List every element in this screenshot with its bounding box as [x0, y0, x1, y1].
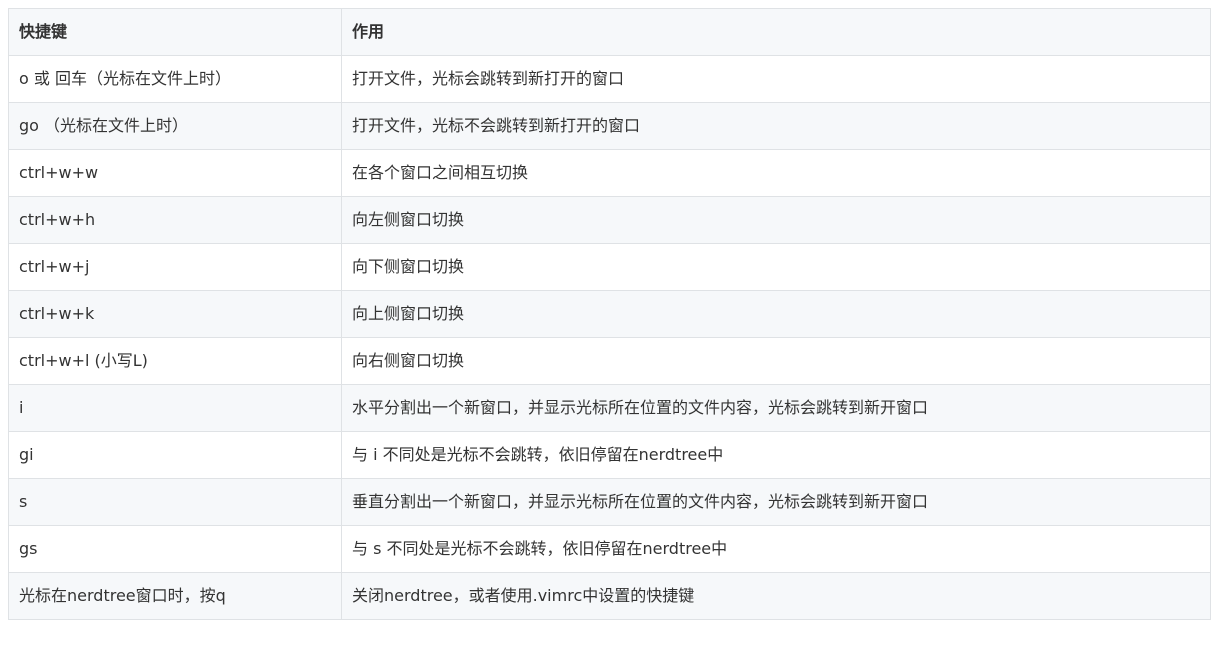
function-cell: 与 s 不同处是光标不会跳转，依旧停留在nerdtree中 [341, 525, 1211, 573]
table-row: ctrl+w+l (小写L) 向右侧窗口切换 [8, 337, 1211, 385]
function-cell: 向左侧窗口切换 [341, 196, 1211, 244]
table-row: gs 与 s 不同处是光标不会跳转，依旧停留在nerdtree中 [8, 525, 1211, 573]
shortcut-cell: 光标在nerdtree窗口时，按q [8, 572, 342, 620]
shortcut-table-container: 快捷键 作用 o 或 回车（光标在文件上时） 打开文件，光标会跳转到新打开的窗口… [8, 8, 1211, 620]
table-row: ctrl+w+h 向左侧窗口切换 [8, 196, 1211, 244]
shortcut-cell: o 或 回车（光标在文件上时） [8, 55, 342, 103]
header-row: 快捷键 作用 [8, 8, 1211, 56]
function-cell: 关闭nerdtree，或者使用.vimrc中设置的快捷键 [341, 572, 1211, 620]
function-cell: 与 i 不同处是光标不会跳转，依旧停留在nerdtree中 [341, 431, 1211, 479]
shortcut-cell: ctrl+w+h [8, 196, 342, 244]
shortcut-cell: ctrl+w+j [8, 243, 342, 291]
shortcut-cell: go （光标在文件上时） [8, 102, 342, 150]
shortcut-cell: ctrl+w+k [8, 290, 342, 338]
function-cell: 打开文件，光标不会跳转到新打开的窗口 [341, 102, 1211, 150]
shortcut-cell: i [8, 384, 342, 432]
function-cell: 在各个窗口之间相互切换 [341, 149, 1211, 197]
table-row: ctrl+w+k 向上侧窗口切换 [8, 290, 1211, 338]
shortcut-table: 快捷键 作用 o 或 回车（光标在文件上时） 打开文件，光标会跳转到新打开的窗口… [8, 8, 1211, 620]
shortcut-cell: ctrl+w+l (小写L) [8, 337, 342, 385]
function-cell: 向下侧窗口切换 [341, 243, 1211, 291]
table-row: o 或 回车（光标在文件上时） 打开文件，光标会跳转到新打开的窗口 [8, 55, 1211, 103]
table-row: gi 与 i 不同处是光标不会跳转，依旧停留在nerdtree中 [8, 431, 1211, 479]
shortcut-cell: s [8, 478, 342, 526]
table-row: go （光标在文件上时） 打开文件，光标不会跳转到新打开的窗口 [8, 102, 1211, 150]
function-cell: 向右侧窗口切换 [341, 337, 1211, 385]
table-row: s 垂直分割出一个新窗口，并显示光标所在位置的文件内容，光标会跳转到新开窗口 [8, 478, 1211, 526]
function-cell: 垂直分割出一个新窗口，并显示光标所在位置的文件内容，光标会跳转到新开窗口 [341, 478, 1211, 526]
table-body: o 或 回车（光标在文件上时） 打开文件，光标会跳转到新打开的窗口 go （光标… [8, 55, 1211, 620]
table-row: ctrl+w+w 在各个窗口之间相互切换 [8, 149, 1211, 197]
function-cell: 水平分割出一个新窗口，并显示光标所在位置的文件内容，光标会跳转到新开窗口 [341, 384, 1211, 432]
shortcut-cell: gs [8, 525, 342, 573]
function-cell: 向上侧窗口切换 [341, 290, 1211, 338]
function-cell: 打开文件，光标会跳转到新打开的窗口 [341, 55, 1211, 103]
shortcut-cell: gi [8, 431, 342, 479]
header-function: 作用 [341, 8, 1211, 56]
header-shortcut: 快捷键 [8, 8, 342, 56]
shortcut-cell: ctrl+w+w [8, 149, 342, 197]
table-row: 光标在nerdtree窗口时，按q 关闭nerdtree，或者使用.vimrc中… [8, 572, 1211, 620]
table-row: ctrl+w+j 向下侧窗口切换 [8, 243, 1211, 291]
table-row: i 水平分割出一个新窗口，并显示光标所在位置的文件内容，光标会跳转到新开窗口 [8, 384, 1211, 432]
table-header: 快捷键 作用 [8, 8, 1211, 56]
